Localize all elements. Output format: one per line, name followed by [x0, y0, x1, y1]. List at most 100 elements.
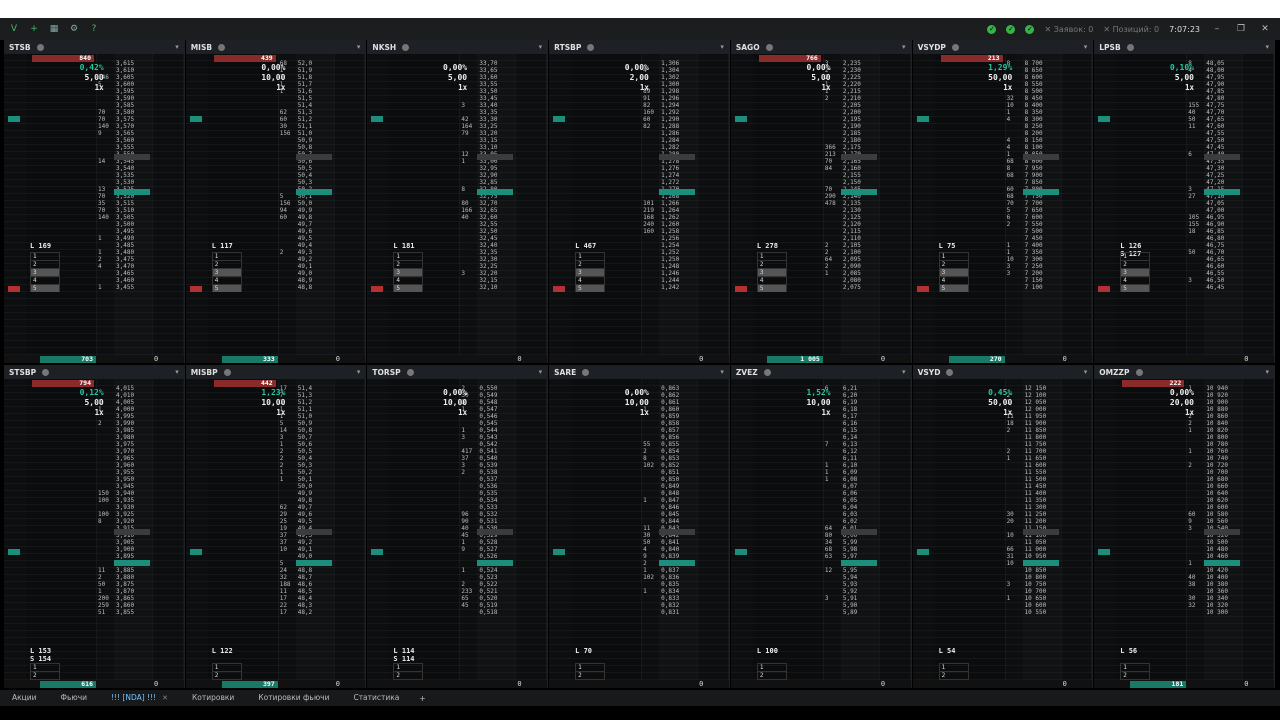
- panel-body[interactable]: 17 7 1 1 1 5 14 3 1 2 2 2 1 1 62 29 25 1…: [185, 379, 366, 688]
- position-ladder[interactable]: 1 2 3 4 5: [1120, 252, 1151, 292]
- ladder-cell[interactable]: 2: [1120, 260, 1151, 268]
- chevron-down-icon[interactable]: ▾: [1265, 43, 1269, 51]
- tab-close-icon[interactable]: ✕: [162, 690, 168, 706]
- status-ok-icon[interactable]: ✓: [1006, 24, 1016, 34]
- chevron-down-icon[interactable]: ▾: [1084, 368, 1088, 376]
- orders-count[interactable]: ✕ Заявок: 0: [1044, 25, 1093, 34]
- multiplier[interactable]: 1x: [1185, 408, 1194, 417]
- panel-body[interactable]: 68 1 1 1 1 62 60 30 156 5 156 94 60 2 52…: [185, 54, 366, 363]
- ladder-cell[interactable]: 2: [393, 260, 424, 268]
- order-book-panel[interactable]: VSYDP ▾ 8 32 10 1 4 4 4 1 68 8 68 60 68 …: [912, 40, 1094, 363]
- panel-body[interactable]: 8 32 10 1 4 4 4 1 68 8 68 60 68 70 5 6 2…: [912, 54, 1093, 363]
- ladder-cell[interactable]: 5: [575, 284, 606, 292]
- panel-settings-icon[interactable]: [951, 43, 959, 51]
- panel-settings-icon[interactable]: [406, 368, 414, 376]
- ladder-cell[interactable]: 2: [1120, 671, 1151, 679]
- ladder-cell[interactable]: 3: [30, 268, 60, 276]
- position-ladder[interactable]: 1 2 3 4 5: [211, 252, 242, 292]
- panel-body[interactable]: 1 55 2 8 102 1 11 30 50 4 9 2 1 102 1 0,…: [549, 379, 729, 688]
- lot-volume[interactable]: 20,00: [1170, 398, 1194, 407]
- ladder-cell[interactable]: 1: [1120, 663, 1151, 671]
- lot-volume[interactable]: 10,00: [806, 398, 830, 407]
- multiplier[interactable]: 1x: [640, 408, 649, 417]
- panel-body[interactable]: 4 89 91 82 160 60 82 101 219 168 240 160…: [549, 54, 729, 363]
- ladder-cell[interactable]: 4: [211, 276, 242, 284]
- order-book-panel[interactable]: STSB ▾ 146 5 70 70 140 9 14 13 70 35 70 …: [4, 40, 185, 363]
- tab-3[interactable]: Котировки: [180, 690, 246, 706]
- panel-settings-icon[interactable]: [42, 368, 50, 376]
- ladder-cell[interactable]: 1: [938, 663, 969, 671]
- ladder-cell[interactable]: 5: [30, 284, 60, 292]
- lot-volume[interactable]: 5,00: [1175, 73, 1194, 82]
- order-book-panel[interactable]: LPSB ▾ 8 4 155 40 50 11 6 3 27 105 155 1…: [1094, 40, 1275, 363]
- ladder-cell[interactable]: 5: [938, 284, 969, 292]
- panel-header[interactable]: NKSH ▾: [367, 40, 548, 54]
- ladder-cell[interactable]: 2: [938, 260, 969, 268]
- ladder-cell[interactable]: 1: [575, 663, 606, 671]
- ladder-cell[interactable]: 2: [211, 671, 242, 679]
- ladder-cell[interactable]: 2: [211, 260, 242, 268]
- chevron-down-icon[interactable]: ▾: [1265, 368, 1269, 376]
- order-book-panel[interactable]: NKSH ▾ 3 42 164 79 12 1 8 80 166 40 3 33…: [367, 40, 549, 363]
- tab-5[interactable]: Статистика: [341, 690, 411, 706]
- ladder-cell[interactable]: 4: [938, 276, 969, 284]
- ladder-cell[interactable]: 4: [30, 276, 60, 284]
- panel-settings-icon[interactable]: [218, 43, 226, 51]
- panel-settings-icon[interactable]: [36, 43, 44, 51]
- logo-icon[interactable]: V: [8, 23, 20, 35]
- lot-volume[interactable]: 50,00: [988, 398, 1012, 407]
- order-book-panel[interactable]: SAGO ▾ 3 2 2 1 1 2 366 213 70 84 70 290 …: [730, 40, 912, 363]
- lot-volume[interactable]: 10,00: [261, 73, 285, 82]
- panel-header[interactable]: MISBP ▾: [185, 365, 366, 379]
- table-icon[interactable]: ▦: [48, 23, 60, 35]
- ladder-cell[interactable]: 1: [393, 252, 424, 260]
- ladder-cell[interactable]: 1: [30, 252, 60, 260]
- order-book-panel[interactable]: MISB ▾ 68 1 1 1 1 62 60 30 156 5 156 94 …: [185, 40, 367, 363]
- ladder-cell[interactable]: 2: [575, 260, 606, 268]
- multiplier[interactable]: 1x: [1185, 83, 1194, 92]
- order-book-panel[interactable]: OMZZP ▾ 1 2 2 1 1 2 60 9 3 1 40 38 30 32…: [1094, 365, 1275, 688]
- panel-body[interactable]: 3 42 164 79 12 1 8 80 166 40 3 33,70 33,…: [367, 54, 548, 363]
- panel-settings-icon[interactable]: [582, 368, 590, 376]
- order-book-panel[interactable]: VSYD ▾ 2 1 11 18 2 2 1 30 20 10 66 31 10…: [912, 365, 1094, 688]
- panel-body[interactable]: 6 7 1 1 1 64 80 34 68 63 12 3 6,21 6,20 …: [730, 379, 911, 688]
- panel-body[interactable]: 1 2 2 1 1 2 60 9 3 1 40 38 30 32 10 940 …: [1094, 379, 1274, 688]
- gear-icon[interactable]: ⚙: [68, 23, 80, 35]
- position-ladder[interactable]: 1 2 3 4 5: [575, 252, 606, 292]
- chevron-down-icon[interactable]: ▾: [357, 368, 361, 376]
- ladder-cell[interactable]: 5: [393, 284, 424, 292]
- status-ok-icon[interactable]: ✓: [987, 24, 997, 34]
- ladder-cell[interactable]: 3: [938, 268, 969, 276]
- panel-settings-icon[interactable]: [946, 368, 954, 376]
- ladder-cell[interactable]: 2: [756, 260, 787, 268]
- lot-volume[interactable]: 50,00: [988, 73, 1012, 82]
- panel-settings-icon[interactable]: [763, 368, 771, 376]
- chevron-down-icon[interactable]: ▾: [1084, 43, 1088, 51]
- panel-header[interactable]: MISB ▾: [185, 40, 366, 54]
- position-ladder[interactable]: 1 2 3 4 5: [393, 252, 424, 292]
- help-icon[interactable]: ?: [88, 23, 100, 35]
- ladder-cell[interactable]: 5: [756, 284, 787, 292]
- chevron-down-icon[interactable]: ▾: [720, 368, 724, 376]
- order-book-panel[interactable]: RTSBP ▾ 4 89 91 82 160 60 82 101 219 168…: [549, 40, 730, 363]
- multiplier[interactable]: 1x: [1003, 408, 1012, 417]
- chevron-down-icon[interactable]: ▾: [357, 43, 361, 51]
- ladder-cell[interactable]: 1: [393, 663, 424, 671]
- panel-header[interactable]: STSBP ▾: [4, 365, 184, 379]
- order-book-panel[interactable]: MISBP ▾ 17 7 1 1 1 5 14 3 1 2 2 2 1 1 62…: [185, 365, 367, 688]
- ladder-cell[interactable]: 4: [575, 276, 606, 284]
- panel-header[interactable]: VSYDP ▾: [912, 40, 1093, 54]
- lot-volume[interactable]: 5,00: [448, 73, 467, 82]
- tab-1[interactable]: Фьючи: [49, 690, 100, 706]
- panel-header[interactable]: STSB ▾: [4, 40, 184, 54]
- panel-settings-icon[interactable]: [1135, 368, 1143, 376]
- panel-body[interactable]: 2 30 3 1 1 3 417 37 3 2 96 90 40 45 1 9 …: [367, 379, 548, 688]
- ladder-cell[interactable]: 3: [575, 268, 606, 276]
- panel-settings-icon[interactable]: [1126, 43, 1134, 51]
- panel-settings-icon[interactable]: [402, 43, 410, 51]
- lot-volume[interactable]: 10,00: [443, 398, 467, 407]
- tab-4[interactable]: Котировки фьючи: [246, 690, 341, 706]
- lot-volume[interactable]: 2,00: [630, 73, 649, 82]
- panel-settings-icon[interactable]: [223, 368, 231, 376]
- ladder-cell[interactable]: 5: [211, 284, 242, 292]
